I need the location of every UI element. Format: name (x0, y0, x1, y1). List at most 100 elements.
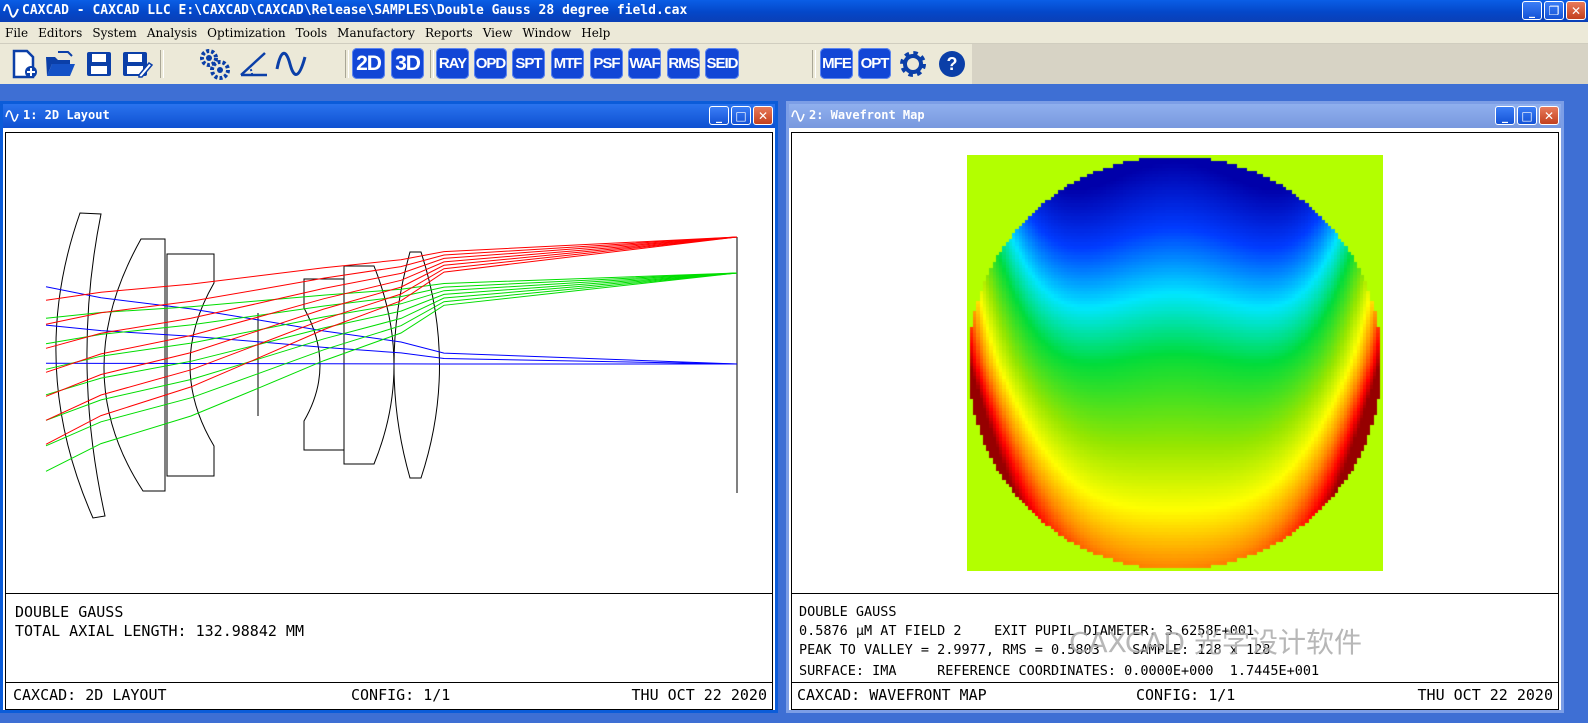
wave-icon (275, 51, 307, 76)
app-wave-icon (3, 4, 19, 18)
toolbar-separator (345, 50, 349, 78)
menu-analysis[interactable]: Analysis (142, 24, 202, 40)
ray-line (45, 272, 738, 319)
seid-button[interactable]: SEID (705, 48, 739, 79)
window-wave-icon (5, 110, 19, 122)
ray-line (45, 362, 737, 365)
menu-manufactory[interactable]: Manufactory (332, 24, 420, 40)
open-button[interactable] (43, 47, 77, 81)
wavefront-window: 2: Wavefront Map _ □ ✕ DOUBLE GAUSS 0.58… (786, 101, 1564, 713)
lens-2 (103, 238, 166, 492)
new-file-button[interactable] (7, 47, 41, 81)
menu-reports[interactable]: Reports (420, 24, 478, 40)
layout-pane: DOUBLE GAUSS TOTAL AXIAL LENGTH: 132.988… (5, 132, 773, 710)
layout-minimize-button[interactable]: _ (709, 106, 729, 125)
mfe-button[interactable]: MFE (820, 48, 853, 79)
wavefront-window-title: 2: Wavefront Map (809, 108, 925, 122)
app-title: CAXCAD - CAXCAD LLC E:\CAXCAD\CAXCAD\Rel… (22, 3, 688, 18)
ray-button[interactable]: RAY (436, 48, 469, 79)
watermark: CAXCAD 光学设计软件 (1069, 626, 1363, 659)
menu-bar: File Editors System Analysis Optimization Too… (0, 22, 1588, 44)
window-wave-icon (791, 110, 805, 122)
view-3d-button[interactable]: 3D (391, 48, 424, 79)
minimize-icon: _ (1502, 108, 1508, 123)
lens-elements (55, 212, 738, 519)
rms-button[interactable]: RMS (667, 48, 700, 79)
layout-axial-length: TOTAL AXIAL LENGTH: 132.98842 MM (15, 622, 304, 640)
maximize-icon: □ (735, 108, 747, 123)
layout-status-bar: CAXCAD: 2D LAYOUT CONFIG: 1/1 THU OCT 22… (5, 682, 773, 708)
system-settings-button[interactable] (197, 47, 231, 81)
ray-line (45, 236, 738, 301)
toolbar-separator (430, 50, 434, 78)
wavefront-status-bar: CAXCAD: WAVEFRONT MAP CONFIG: 1/1 THU OC… (791, 682, 1559, 708)
restore-icon: ❐ (1548, 3, 1560, 18)
minimize-button[interactable]: _ (1522, 1, 1542, 20)
angle-button[interactable] (237, 47, 271, 81)
settings-button[interactable] (896, 47, 930, 81)
open-folder-icon (46, 51, 75, 76)
ray-line (45, 272, 738, 472)
save-icon (87, 52, 111, 76)
layout-window: 1: 2D Layout _ □ ✕ DOUBLE GAUSS TOTAL AX… (0, 101, 778, 713)
layout-lens-name: DOUBLE GAUSS (15, 603, 124, 621)
close-icon: ✕ (757, 108, 769, 123)
system-gears-icon (200, 49, 230, 80)
wavefront-pane: DOUBLE GAUSS 0.5876 µM AT FIELD 2 EXIT P… (791, 132, 1559, 710)
toolbar-separator (812, 50, 816, 78)
settings-gear-icon (900, 51, 926, 77)
mtf-button[interactable]: MTF (551, 48, 584, 79)
minimize-icon: _ (1529, 3, 1535, 18)
close-icon: ✕ (1570, 3, 1582, 18)
menu-window[interactable]: Window (517, 24, 576, 40)
save-as-button[interactable] (120, 47, 154, 81)
app-title-bar: CAXCAD - CAXCAD LLC E:\CAXCAD\CAXCAD\Rel… (0, 0, 1588, 22)
wavefront-window-titlebar[interactable]: 2: Wavefront Map _ □ ✕ (789, 104, 1561, 128)
maximize-icon: □ (1521, 108, 1533, 123)
menu-file[interactable]: File (0, 24, 33, 40)
lens-3 (166, 253, 215, 477)
wavefront-surface-coords: SURFACE: IMA REFERENCE COORDINATES: 0.00… (799, 663, 1320, 679)
waf-button[interactable]: WAF (628, 48, 661, 79)
menu-view[interactable]: View (478, 24, 518, 40)
layout-window-title: 1: 2D Layout (23, 108, 110, 122)
toolbar-separator (160, 50, 164, 78)
wavefront-status-name: CAXCAD: WAVEFRONT MAP (797, 686, 987, 704)
layout-status-name: CAXCAD: 2D LAYOUT (13, 686, 167, 704)
wavefront-status-date: THU OCT 22 2020 (1417, 686, 1553, 704)
spt-button[interactable]: SPT (512, 48, 545, 79)
menu-optimization[interactable]: Optimization (202, 24, 291, 40)
restore-button[interactable]: ❐ (1544, 1, 1564, 20)
opd-button[interactable]: OPD (474, 48, 507, 79)
opt-button[interactable]: OPT (858, 48, 891, 79)
angle-icon (240, 52, 267, 77)
menu-editors[interactable]: Editors (33, 24, 87, 40)
wavefront-status-config: CONFIG: 1/1 (1136, 686, 1236, 704)
wavefront-maximize-button[interactable]: □ (1517, 106, 1537, 125)
toolbar-empty-area (972, 44, 1588, 84)
wave-button[interactable] (274, 47, 308, 81)
help-button[interactable]: ? (935, 47, 969, 81)
layout-window-titlebar[interactable]: 1: 2D Layout _ □ ✕ (3, 104, 775, 128)
new-file-icon (12, 49, 37, 79)
minimize-icon: _ (716, 108, 722, 123)
menu-help[interactable]: Help (576, 24, 615, 40)
lens-6 (393, 251, 440, 479)
menu-tools[interactable]: Tools (291, 24, 333, 40)
save-button[interactable] (82, 47, 116, 81)
layout-status-date: THU OCT 22 2020 (631, 686, 767, 704)
menu-system[interactable]: System (87, 24, 141, 40)
layout-close-button[interactable]: ✕ (753, 106, 773, 125)
ray-fan (45, 236, 738, 472)
wavefront-map (967, 155, 1383, 571)
save-as-icon (123, 52, 153, 78)
close-icon: ✕ (1543, 108, 1555, 123)
view-2d-button[interactable]: 2D (352, 48, 385, 79)
psf-button[interactable]: PSF (590, 48, 623, 79)
wavefront-minimize-button[interactable]: _ (1495, 106, 1515, 125)
layout-maximize-button[interactable]: □ (731, 106, 751, 125)
ray-line (45, 272, 738, 447)
close-button[interactable]: ✕ (1566, 1, 1586, 20)
wavefront-close-button[interactable]: ✕ (1539, 106, 1559, 125)
help-icon: ? (939, 51, 965, 77)
